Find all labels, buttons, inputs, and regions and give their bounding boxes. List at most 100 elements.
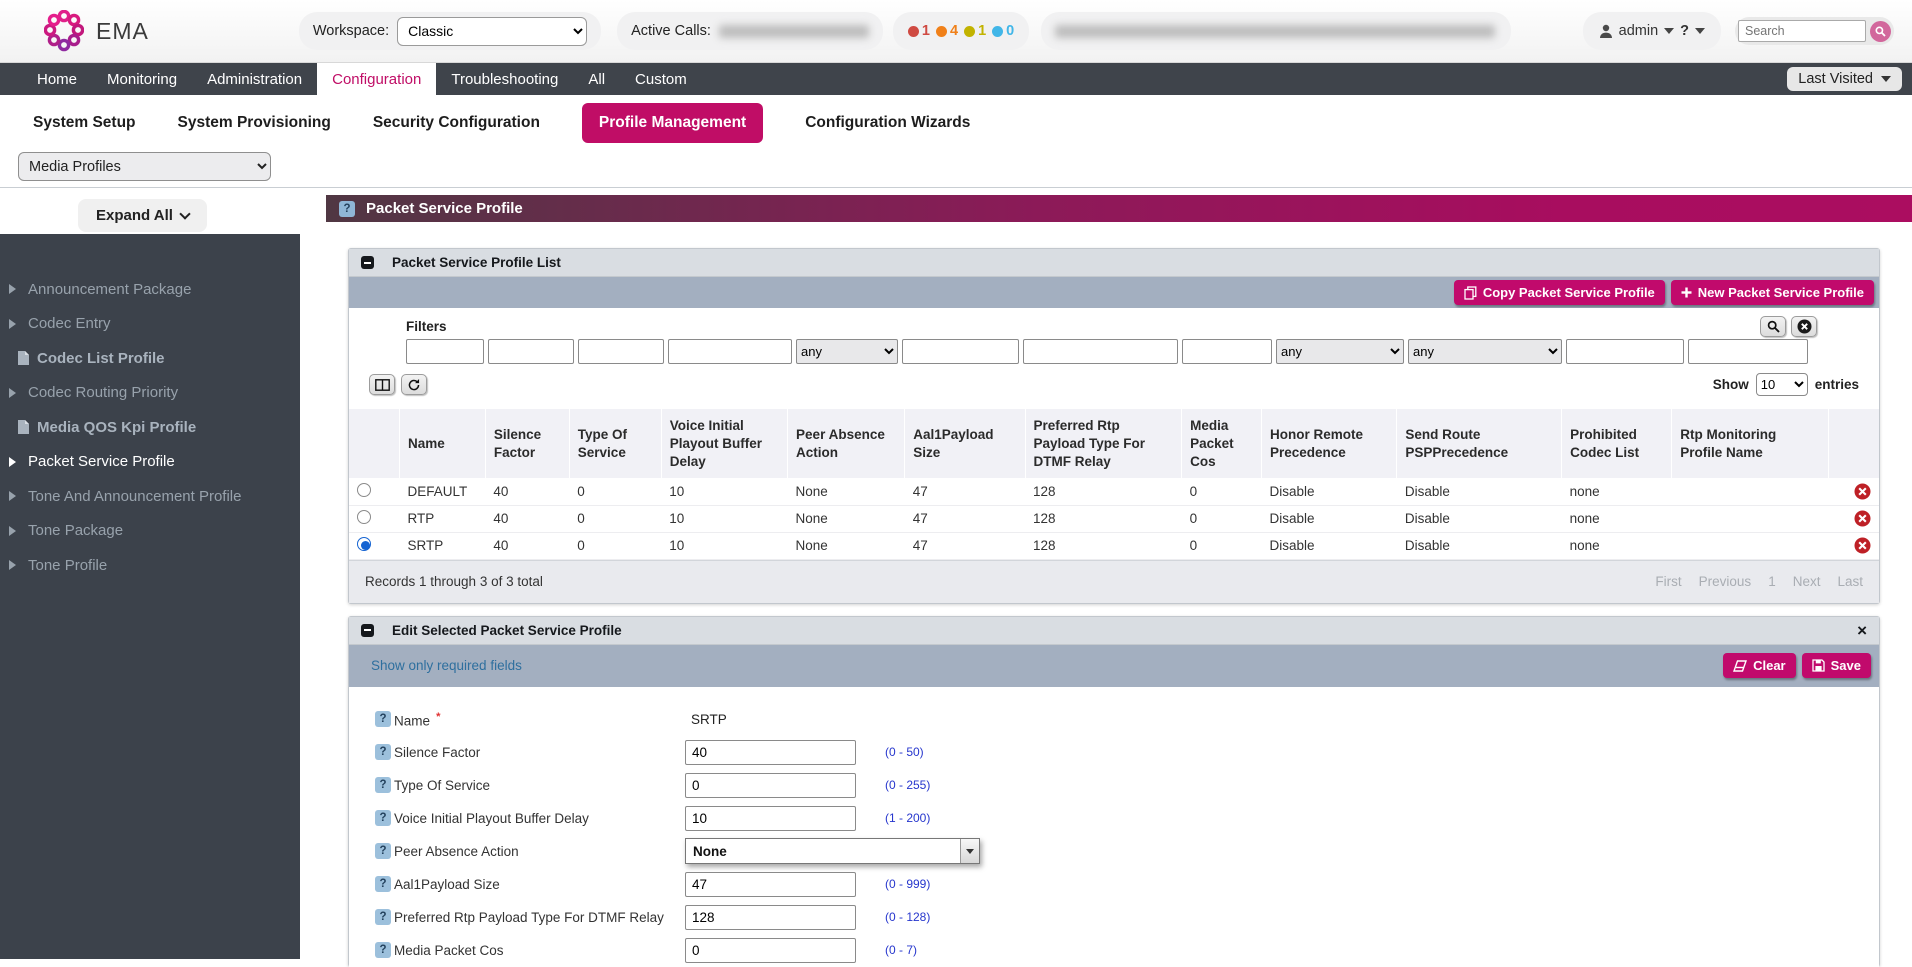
radio-cell [349, 532, 400, 559]
pagination-next[interactable]: Next [1793, 574, 1821, 589]
new-profile-button[interactable]: New Packet Service Profile [1671, 280, 1874, 305]
nav-tab-monitoring[interactable]: Monitoring [92, 63, 192, 95]
copy-profile-button[interactable]: Copy Packet Service Profile [1454, 280, 1665, 305]
subnav-tab-security-configuration[interactable]: Security Configuration [373, 114, 540, 132]
cell-prohibited-codec-list: none [1562, 505, 1672, 532]
collapse-panel-icon[interactable] [361, 624, 374, 637]
field-help-icon[interactable]: ? [375, 909, 391, 925]
filter-input-aal1payload-size[interactable] [902, 339, 1019, 364]
row-radio-default[interactable] [357, 483, 371, 497]
sidebar-item-packet-service-profile[interactable]: Packet Service Profile [0, 445, 300, 480]
row-radio-rtp[interactable] [357, 510, 371, 524]
edit-panel-title: Edit Selected Packet Service Profile [392, 623, 622, 638]
field-help-icon[interactable]: ? [375, 876, 391, 892]
cell-name: DEFAULT [400, 478, 486, 505]
nav-tab-home[interactable]: Home [22, 63, 92, 95]
filter-select-peer-absence-action[interactable]: any [796, 339, 898, 364]
nav-tab-troubleshooting[interactable]: Troubleshooting [436, 63, 573, 95]
user-menu[interactable]: admin ? [1583, 12, 1721, 50]
subnav-tab-system-setup[interactable]: System Setup [33, 114, 136, 132]
app-name: EMA [96, 18, 149, 45]
sidebar-item-tone-profile[interactable]: Tone Profile [0, 548, 300, 583]
sub-nav: System Setup System Provisioning Security … [0, 95, 1912, 150]
edit-panel-header: Edit Selected Packet Service Profile × [349, 617, 1879, 645]
filter-input-prohibited-codec-list[interactable] [1566, 339, 1684, 364]
redacted-system-info [1041, 12, 1511, 50]
page-help-icon[interactable]: ? [339, 201, 355, 217]
silence-factor-input[interactable] [685, 740, 856, 765]
media-packet-cos-input[interactable] [685, 938, 856, 963]
expand-all-button[interactable]: Expand All [78, 199, 207, 232]
nav-tab-custom[interactable]: Custom [620, 63, 702, 95]
column-chooser-button[interactable] [369, 374, 395, 395]
filter-input-rtp-monitoring-profile-name[interactable] [1688, 339, 1808, 364]
nav-tab-all[interactable]: All [573, 63, 620, 95]
pagination-last[interactable]: Last [1837, 574, 1863, 589]
subnav-tab-system-provisioning[interactable]: System Provisioning [178, 114, 331, 132]
field-help-icon[interactable]: ? [375, 711, 391, 727]
cell-send-route-pspprecedence: Disable [1397, 478, 1562, 505]
filter-input-name[interactable] [406, 339, 484, 364]
filter-input-type-of-service[interactable] [578, 339, 664, 364]
user-caret-icon[interactable] [1664, 28, 1674, 34]
sidebar-item-media-qos-kpi-profile[interactable]: Media QOS Kpi Profile [0, 410, 300, 445]
table-row-default: DEFAULT40010None471280DisableDisablenone [349, 478, 1879, 505]
column-header-peer-absence-action: Peer Absence Action [788, 409, 905, 478]
save-button[interactable]: Save [1802, 653, 1871, 678]
combo-arrow-button[interactable] [960, 839, 979, 863]
nav-tab-configuration[interactable]: Configuration [317, 63, 436, 95]
apply-filters-button[interactable] [1760, 316, 1786, 337]
page-titlebar: ? Packet Service Profile [326, 195, 1912, 222]
sidebar-item-codec-entry[interactable]: Codec Entry [0, 307, 300, 342]
field-help-icon[interactable]: ? [375, 810, 391, 826]
workspace-select[interactable]: Classic [397, 17, 587, 46]
field-help-icon[interactable]: ? [375, 942, 391, 958]
page-size-select[interactable]: 10 [1756, 373, 1808, 396]
form-row-silence-factor: ?Silence Factor(0 - 50) [349, 736, 1879, 769]
type-of-service-input[interactable] [685, 773, 856, 798]
preferred-rtp-payload-type-for-dtmf-relay-input[interactable] [685, 905, 856, 930]
delete-row-icon[interactable] [1854, 510, 1871, 527]
sidebar-item-codec-list-profile[interactable]: Codec List Profile [0, 341, 300, 376]
voice-initial-playout-buffer-delay-input[interactable] [685, 806, 856, 831]
sidebar-item-announcement-package[interactable]: Announcement Package [0, 272, 300, 307]
last-visited-button[interactable]: Last Visited [1787, 67, 1902, 91]
clear-filters-button[interactable] [1791, 316, 1817, 337]
search-input[interactable] [1738, 20, 1866, 42]
field-help-icon[interactable]: ? [375, 744, 391, 760]
filter-select-send-route-pspprecedence[interactable]: any [1408, 339, 1562, 364]
filter-input-voice-initial-playout-buffer-delay[interactable] [668, 339, 792, 364]
pagination-first[interactable]: First [1655, 574, 1681, 589]
sidebar-item-tone-and-announcement-profile[interactable]: Tone And Announcement Profile [0, 479, 300, 514]
profile-category-select[interactable]: Media Profiles [18, 152, 271, 181]
clear-button[interactable]: Clear [1723, 653, 1796, 678]
row-radio-srtp[interactable] [357, 537, 371, 551]
field-help-icon[interactable]: ? [375, 843, 391, 859]
filter-input-preferred-rtp-payload-type-for-dtmf-relay[interactable] [1023, 339, 1178, 364]
peer-absence-action-select[interactable]: None [685, 838, 980, 864]
pagination-previous[interactable]: Previous [1699, 574, 1752, 589]
chevron-down-icon [966, 849, 974, 854]
delete-row-icon[interactable] [1854, 483, 1871, 500]
show-required-fields-link[interactable]: Show only required fields [371, 658, 522, 673]
subnav-tab-configuration-wizards[interactable]: Configuration Wizards [805, 114, 970, 132]
filter-select-honor-remote-precedence[interactable]: any [1276, 339, 1404, 364]
pagination-1[interactable]: 1 [1768, 574, 1776, 589]
subnav-tab-profile-management[interactable]: Profile Management [582, 103, 763, 143]
filter-input-media-packet-cos[interactable] [1182, 339, 1272, 364]
column-header-type-of-service: Type Of Service [569, 409, 661, 478]
nav-tab-administration[interactable]: Administration [192, 63, 317, 95]
filter-input-silence-factor[interactable] [488, 339, 574, 364]
sidebar-item-codec-routing-priority[interactable]: Codec Routing Priority [0, 376, 300, 411]
sidebar-item-tone-package[interactable]: Tone Package [0, 514, 300, 549]
search-button[interactable] [1870, 21, 1891, 42]
field-help-icon[interactable]: ? [375, 777, 391, 793]
column-header-aal1payload-size: Aal1Payload Size [905, 409, 1025, 478]
delete-row-icon[interactable] [1854, 537, 1871, 554]
collapse-panel-icon[interactable] [361, 256, 374, 269]
refresh-button[interactable] [401, 374, 427, 395]
help-menu[interactable]: ? [1680, 23, 1689, 39]
close-icon[interactable]: × [1857, 622, 1867, 639]
help-caret-icon[interactable] [1695, 28, 1705, 34]
aal1payload-size-input[interactable] [685, 872, 856, 897]
